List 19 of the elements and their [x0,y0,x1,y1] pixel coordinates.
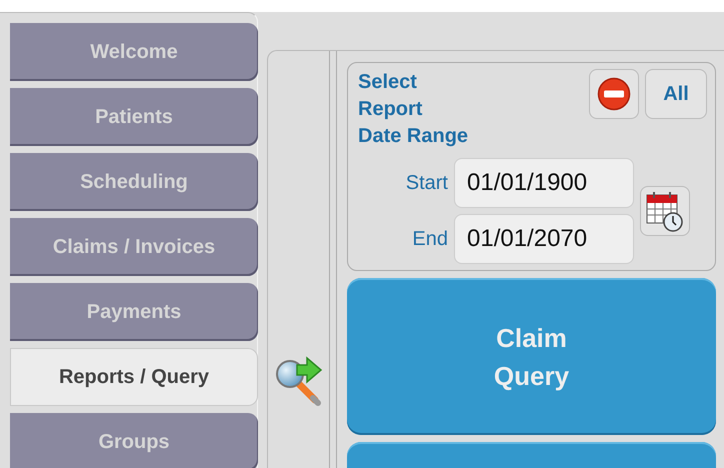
magnifier-arrow-icon[interactable] [274,356,322,408]
calendar-button[interactable] [640,186,690,236]
date-field[interactable]: 01/01/2070 [454,214,634,264]
nav-tab[interactable]: Claims / Invoices [10,218,258,276]
no-entry-icon [597,77,631,111]
nav-tab[interactable]: Groups [10,413,258,468]
nav-tab[interactable]: Patients [10,88,258,146]
clear-button[interactable] [589,69,639,119]
date-label: Start [404,172,448,194]
date-field[interactable]: 01/01/1900 [454,158,634,208]
calendar-clock-icon [645,190,685,232]
date-label: End [411,228,448,250]
nav-tab[interactable]: Scheduling [10,153,258,211]
claim-query-button[interactable]: Claim Query [347,278,716,435]
nav-tab[interactable]: Reports / Query [10,348,258,406]
nav-tab[interactable]: Payments [10,283,258,341]
nav-tab[interactable]: Welcome [10,23,258,81]
all-button[interactable]: All [645,69,707,119]
date-range-title: Select Report Date Range [358,70,470,149]
